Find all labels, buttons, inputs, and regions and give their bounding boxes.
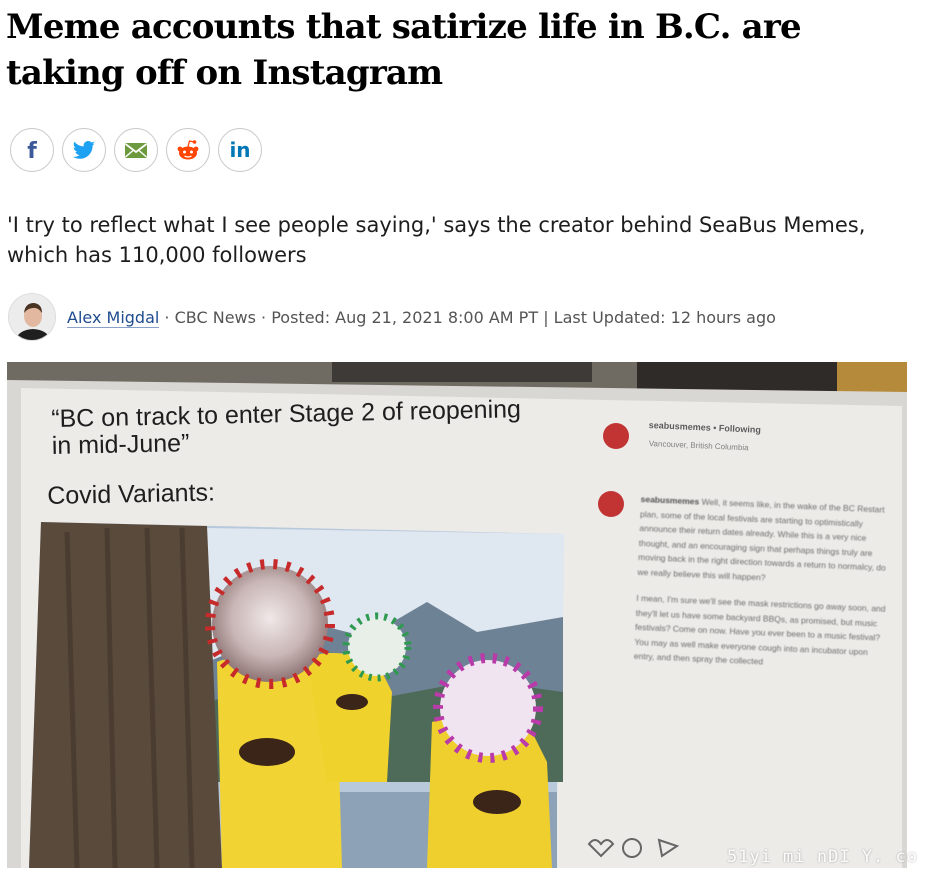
watermark: 51yi mi nDI Y. co: [727, 847, 918, 867]
share-email-button[interactable]: [114, 128, 158, 172]
share-linkedin-button[interactable]: in: [218, 128, 262, 172]
author-link[interactable]: Alex Migdal: [67, 307, 160, 328]
share-twitter-button[interactable]: [62, 128, 106, 172]
share-facebook-button[interactable]: f: [10, 128, 54, 172]
facebook-glyph: f: [27, 139, 37, 161]
article-headline: Meme accounts that satirize life in B.C.…: [6, 7, 802, 93]
byline: Alex Migdal · CBC News · Posted: Aug 21,…: [8, 292, 776, 342]
share-reddit-button[interactable]: [166, 128, 210, 172]
linkedin-glyph: in: [229, 139, 250, 161]
author-photo: [9, 294, 55, 340]
meme-caption: “BC on track to enter Stage 2 of reopeni…: [50, 395, 522, 460]
author-avatar[interactable]: [8, 293, 56, 341]
instagram-post-text: seabusmemes Well, it seems like, in the …: [633, 493, 887, 667]
twitter-icon: [72, 141, 95, 159]
reddit-icon: [177, 140, 199, 160]
article-deck: 'I try to reflect what I see people sayi…: [7, 213, 866, 267]
facebook-icon: f: [27, 139, 37, 161]
email-icon: [124, 143, 148, 158]
linkedin-icon: in: [229, 139, 250, 161]
meme-subcaption: Covid Variants:: [47, 478, 216, 510]
byline-meta: · CBC News · Posted: Aug 21, 2021 8:00 A…: [164, 307, 776, 327]
share-bar: f in: [10, 128, 262, 172]
hero-image[interactable]: “BC on track to enter Stage 2 of reopeni…: [7, 362, 907, 868]
